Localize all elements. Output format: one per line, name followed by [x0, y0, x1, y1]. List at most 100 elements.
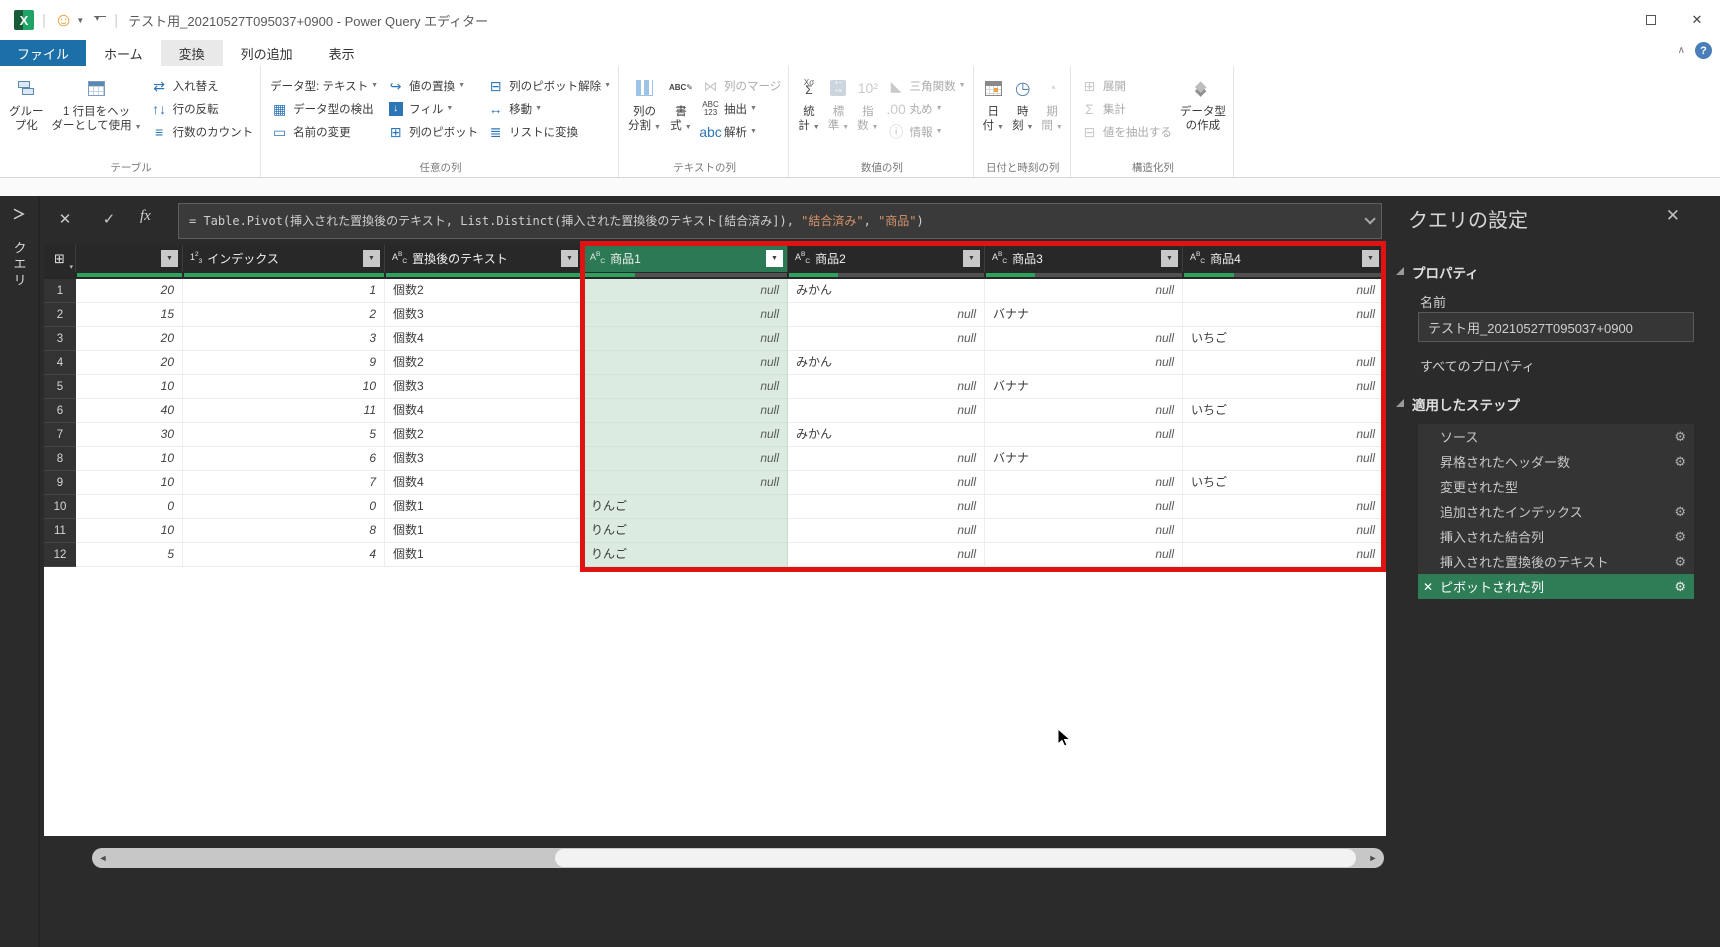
cell[interactable]: null [788, 519, 985, 543]
applied-step-ソース[interactable]: ソース ⚙ [1418, 424, 1694, 449]
ribbon-button-グループ化[interactable]: グルー プ化 [6, 70, 47, 156]
column-filter-dropdown[interactable]: ▼ [963, 250, 980, 267]
cell[interactable]: null [583, 375, 788, 399]
cell[interactable]: 個数4 [385, 327, 583, 351]
cell[interactable]: null [583, 423, 788, 447]
cell[interactable]: null [583, 399, 788, 423]
column-filter-dropdown[interactable]: ▼ [161, 250, 178, 267]
applied-steps-section-header[interactable]: 適用したステップ [1396, 394, 1520, 414]
cell[interactable]: いちご [1183, 327, 1384, 351]
column-header-商品4[interactable]: ABC 商品4 ▼ [1183, 245, 1384, 272]
cell[interactable]: りんご [583, 495, 788, 519]
cell[interactable]: 個数1 [385, 519, 583, 543]
formula-commit-button[interactable]: ✓ [96, 210, 122, 228]
column-filter-dropdown[interactable]: ▼ [363, 250, 380, 267]
ribbon-button-期間[interactable]: ◔ 期間 ▼ [1038, 70, 1065, 156]
column-filter-dropdown[interactable]: ▼ [766, 250, 783, 267]
expand-formula-bar-icon[interactable] [1364, 213, 1376, 225]
cell[interactable]: null [1183, 447, 1384, 471]
gear-icon[interactable]: ⚙ [1674, 579, 1686, 595]
ribbon-button-情報[interactable]: ⓘ 情報 ▼ [884, 120, 969, 143]
tab-変換[interactable]: 変換 [160, 40, 223, 66]
ribbon-button-標準[interactable]: +− ÷× 標準 ▼ [825, 70, 852, 156]
cell[interactable]: null [1183, 303, 1384, 327]
cell[interactable]: null [583, 471, 788, 495]
cell[interactable]: バナナ [985, 447, 1183, 471]
cell[interactable]: 個数1 [385, 495, 583, 519]
cell[interactable]: 9 [183, 351, 385, 375]
column-header-商品2[interactable]: ABC 商品2 ▼ [788, 245, 985, 272]
cell[interactable]: 10 [76, 447, 183, 471]
ribbon-button-指数[interactable]: 10² 指数 ▼ [854, 70, 881, 156]
cell[interactable]: null [985, 423, 1183, 447]
cell[interactable]: null [788, 495, 985, 519]
cell[interactable]: null [985, 471, 1183, 495]
cell[interactable]: 8 [183, 519, 385, 543]
cell[interactable]: null [788, 543, 985, 567]
ribbon-button-値を抽出する[interactable]: ⊟ 値を抽出する [1077, 120, 1175, 143]
applied-step-挿入された結合列[interactable]: 挿入された結合列 ⚙ [1418, 524, 1694, 549]
applied-step-ピボットされた列[interactable]: ✕ ピボットされた列 ⚙ [1418, 574, 1694, 599]
cell[interactable]: 40 [76, 399, 183, 423]
help-icon[interactable]: ? [1695, 42, 1712, 59]
cell[interactable]: null [1183, 519, 1384, 543]
cell[interactable]: null [985, 495, 1183, 519]
formula-input[interactable]: = Table.Pivot(挿入された置換後のテキスト, List.Distin… [178, 203, 1382, 239]
cell[interactable]: null [985, 543, 1183, 567]
cell[interactable]: null [1183, 495, 1384, 519]
tab-ホーム[interactable]: ホーム [86, 40, 161, 66]
ribbon-button-データ型: テキスト[interactable]: データ型: テキスト ▼ [267, 74, 381, 97]
column-header-置換後のテキスト[interactable]: ABC 置換後のテキスト ▼ [385, 245, 583, 272]
ribbon-button-抽出[interactable]: ABC 123 抽出 ▼ [698, 97, 784, 120]
ribbon-button-展開[interactable]: ⊞ 展開 [1077, 74, 1175, 97]
close-window-button[interactable]: ✕ [1674, 0, 1720, 40]
collapse-ribbon-icon[interactable]: ∧ [1678, 45, 1685, 56]
tab-表示[interactable]: 表示 [311, 40, 373, 66]
ribbon-button-データ型の検出[interactable]: ▦ データ型の検出 [267, 97, 381, 120]
cell[interactable]: 10 [183, 375, 385, 399]
ribbon-button-列のマージ[interactable]: ⋈ 列のマージ [698, 74, 784, 97]
column-header-blank[interactable]: ▼ [76, 245, 183, 272]
cell[interactable]: いちご [1183, 399, 1384, 423]
tab-file[interactable]: ファイル [0, 40, 87, 66]
column-filter-dropdown[interactable]: ▼ [1161, 250, 1178, 267]
cell[interactable]: 個数2 [385, 351, 583, 375]
cell[interactable]: 10 [76, 519, 183, 543]
cell[interactable]: りんご [583, 543, 788, 567]
ribbon-button-集計[interactable]: Σ 集計 [1077, 97, 1175, 120]
cell[interactable]: 7 [183, 471, 385, 495]
cell[interactable]: null [583, 303, 788, 327]
ribbon-button-列のピボット[interactable]: ⊞ 列のピボット [383, 120, 481, 143]
restore-window-button[interactable] [1628, 0, 1674, 40]
cell[interactable]: null [583, 351, 788, 375]
cell[interactable]: 個数3 [385, 303, 583, 327]
cell[interactable]: いちご [1183, 471, 1384, 495]
expand-queries-pane-icon[interactable]: ＞ [12, 204, 25, 223]
ribbon-button-行の反転[interactable]: ↑↓ 行の反転 [147, 97, 257, 120]
ribbon-button-移動[interactable]: ↔ 移動 ▼ [483, 97, 614, 120]
cell[interactable]: バナナ [985, 375, 1183, 399]
cell[interactable]: null [788, 447, 985, 471]
cell[interactable]: null [985, 519, 1183, 543]
cell[interactable]: null [788, 303, 985, 327]
cell[interactable]: 15 [76, 303, 183, 327]
cell[interactable]: null [788, 327, 985, 351]
ribbon-button-統計[interactable]: Xσ Σ 統計 ▼ [795, 70, 822, 156]
ribbon-button-日付[interactable]: 日付 ▼ [980, 70, 1007, 156]
cell[interactable]: null [1183, 543, 1384, 567]
row-number[interactable]: 9 [44, 471, 76, 495]
applied-step-追加されたインデックス[interactable]: 追加されたインデックス ⚙ [1418, 499, 1694, 524]
cell[interactable]: 20 [76, 351, 183, 375]
cell[interactable]: みかん [788, 351, 985, 375]
row-number[interactable]: 11 [44, 519, 76, 543]
cell[interactable]: null [583, 279, 788, 303]
ribbon-button-値の置換[interactable]: ↪ 値の置換 ▼ [383, 74, 481, 97]
column-filter-dropdown[interactable]: ▼ [1362, 250, 1379, 267]
cell[interactable]: null [985, 351, 1183, 375]
cell[interactable]: null [1183, 351, 1384, 375]
cell[interactable]: バナナ [985, 303, 1183, 327]
gear-icon[interactable]: ⚙ [1674, 529, 1686, 545]
cell[interactable]: 個数1 [385, 543, 583, 567]
cell[interactable]: 5 [183, 423, 385, 447]
column-header-商品1[interactable]: ABC 商品1 ▼ [583, 245, 788, 272]
